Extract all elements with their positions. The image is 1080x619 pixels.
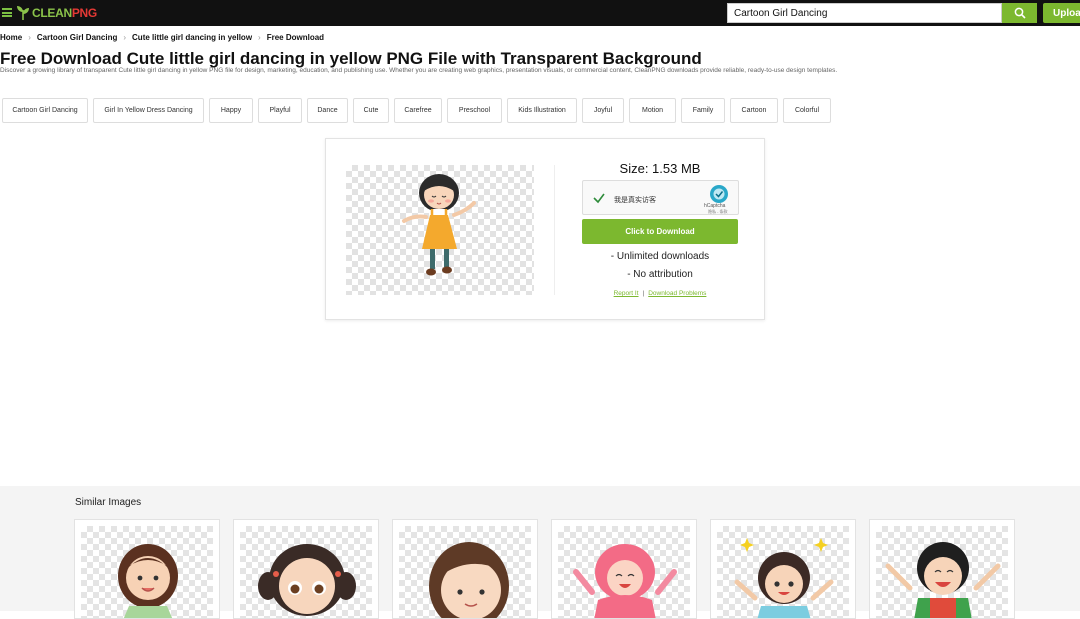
hcaptcha-widget[interactable]: 我是真实访客 hCaptcha 隐私 - 条款 (582, 180, 739, 215)
girl-sparkles-illustration (734, 538, 834, 618)
similar-image-thumb[interactable] (392, 519, 538, 619)
breadcrumb: Home › Cartoon Girl Dancing › Cute littl… (0, 33, 324, 42)
feature-unlimited: - Unlimited downloads (610, 251, 710, 262)
similar-image-thumb[interactable] (233, 519, 379, 619)
similar-image-thumb[interactable] (74, 519, 220, 619)
card-links: Report It | Download Problems (580, 290, 740, 297)
tag-chip[interactable]: Happy (209, 98, 253, 123)
tag-chip[interactable]: Colorful (783, 98, 831, 123)
chevron-right-icon: › (123, 33, 127, 42)
leaf-logo-icon (17, 6, 29, 20)
breadcrumb-image[interactable]: Cute little girl dancing in yellow (132, 33, 252, 42)
logo-text-clean: CLEAN (32, 6, 72, 20)
feature-no-attribution: - No attribution (627, 269, 693, 280)
breadcrumb-current: Free Download (266, 33, 325, 42)
breadcrumb-home[interactable]: Home (0, 33, 22, 42)
similar-image-thumb[interactable] (551, 519, 697, 619)
logo-text-png: PNG (71, 6, 97, 20)
girl-black-hair-illustration (885, 542, 1001, 618)
tag-chip[interactable]: Cartoon Girl Dancing (2, 98, 88, 123)
search-icon (1014, 7, 1026, 19)
similar-images-section: Similar Images (0, 486, 1080, 619)
girl-green-dress-illustration (118, 544, 178, 618)
site-logo[interactable]: CLEANPNG (16, 4, 97, 22)
tag-chip[interactable]: Playful (258, 98, 302, 123)
breadcrumb-category[interactable]: Cartoon Girl Dancing (37, 33, 117, 42)
girl-pink-hair-illustration (573, 544, 677, 618)
image-preview (346, 165, 534, 295)
file-size: Size: 1.53 MB (619, 161, 701, 176)
hcaptcha-logo-icon (710, 185, 728, 203)
tag-list: Cartoon Girl Dancing Girl In Yellow Dres… (2, 98, 836, 123)
download-problems-link[interactable]: Download Problems (648, 290, 706, 297)
girl-brown-hair-illustration (429, 542, 509, 618)
tag-chip[interactable]: Girl In Yellow Dress Dancing (93, 98, 204, 123)
tag-chip[interactable]: Cartoon (730, 98, 778, 123)
upload-button[interactable]: Upload (1043, 3, 1080, 23)
page-title: Free Download Cute little girl dancing i… (0, 49, 702, 68)
similar-image-thumb[interactable] (869, 519, 1015, 619)
tag-chip[interactable]: Kids Illustration (507, 98, 577, 123)
tag-chip[interactable]: Dance (307, 98, 348, 123)
girl-pigtails-illustration (258, 544, 356, 616)
report-link[interactable]: Report It (614, 290, 639, 297)
tag-chip[interactable]: Preschool (447, 98, 502, 123)
tag-chip[interactable]: Family (681, 98, 725, 123)
captcha-label: 我是真实访客 (614, 197, 656, 204)
hamburger-menu-icon[interactable] (2, 8, 12, 17)
tag-chip[interactable]: Joyful (582, 98, 624, 123)
tag-chip[interactable]: Carefree (394, 98, 442, 123)
similar-images-title: Similar Images (75, 497, 142, 508)
download-card: Size: 1.53 MB 我是真实访客 hCaptcha 隐私 - 条款 Cl… (325, 138, 765, 320)
link-separator: | (642, 290, 645, 297)
captcha-privacy-links[interactable]: 隐私 - 条款 (708, 209, 728, 215)
similar-image-thumb[interactable] (710, 519, 856, 619)
chevron-right-icon: › (28, 33, 31, 42)
search-input[interactable]: Cartoon Girl Dancing (727, 3, 1002, 23)
logo-text: CLEANPNG (32, 6, 97, 20)
search-button[interactable] (1002, 3, 1037, 23)
chevron-right-icon: › (258, 33, 261, 42)
tag-chip[interactable]: Cute (353, 98, 389, 123)
checkmark-icon[interactable] (592, 191, 606, 205)
dancing-girl-illustration (402, 174, 476, 276)
tag-chip[interactable]: Motion (629, 98, 676, 123)
download-button[interactable]: Click to Download (582, 219, 738, 244)
top-navigation-bar: CLEANPNG Cartoon Girl Dancing Upload (0, 0, 1080, 26)
card-divider (554, 165, 555, 295)
page-description: Discover a growing library of transparen… (0, 67, 838, 74)
